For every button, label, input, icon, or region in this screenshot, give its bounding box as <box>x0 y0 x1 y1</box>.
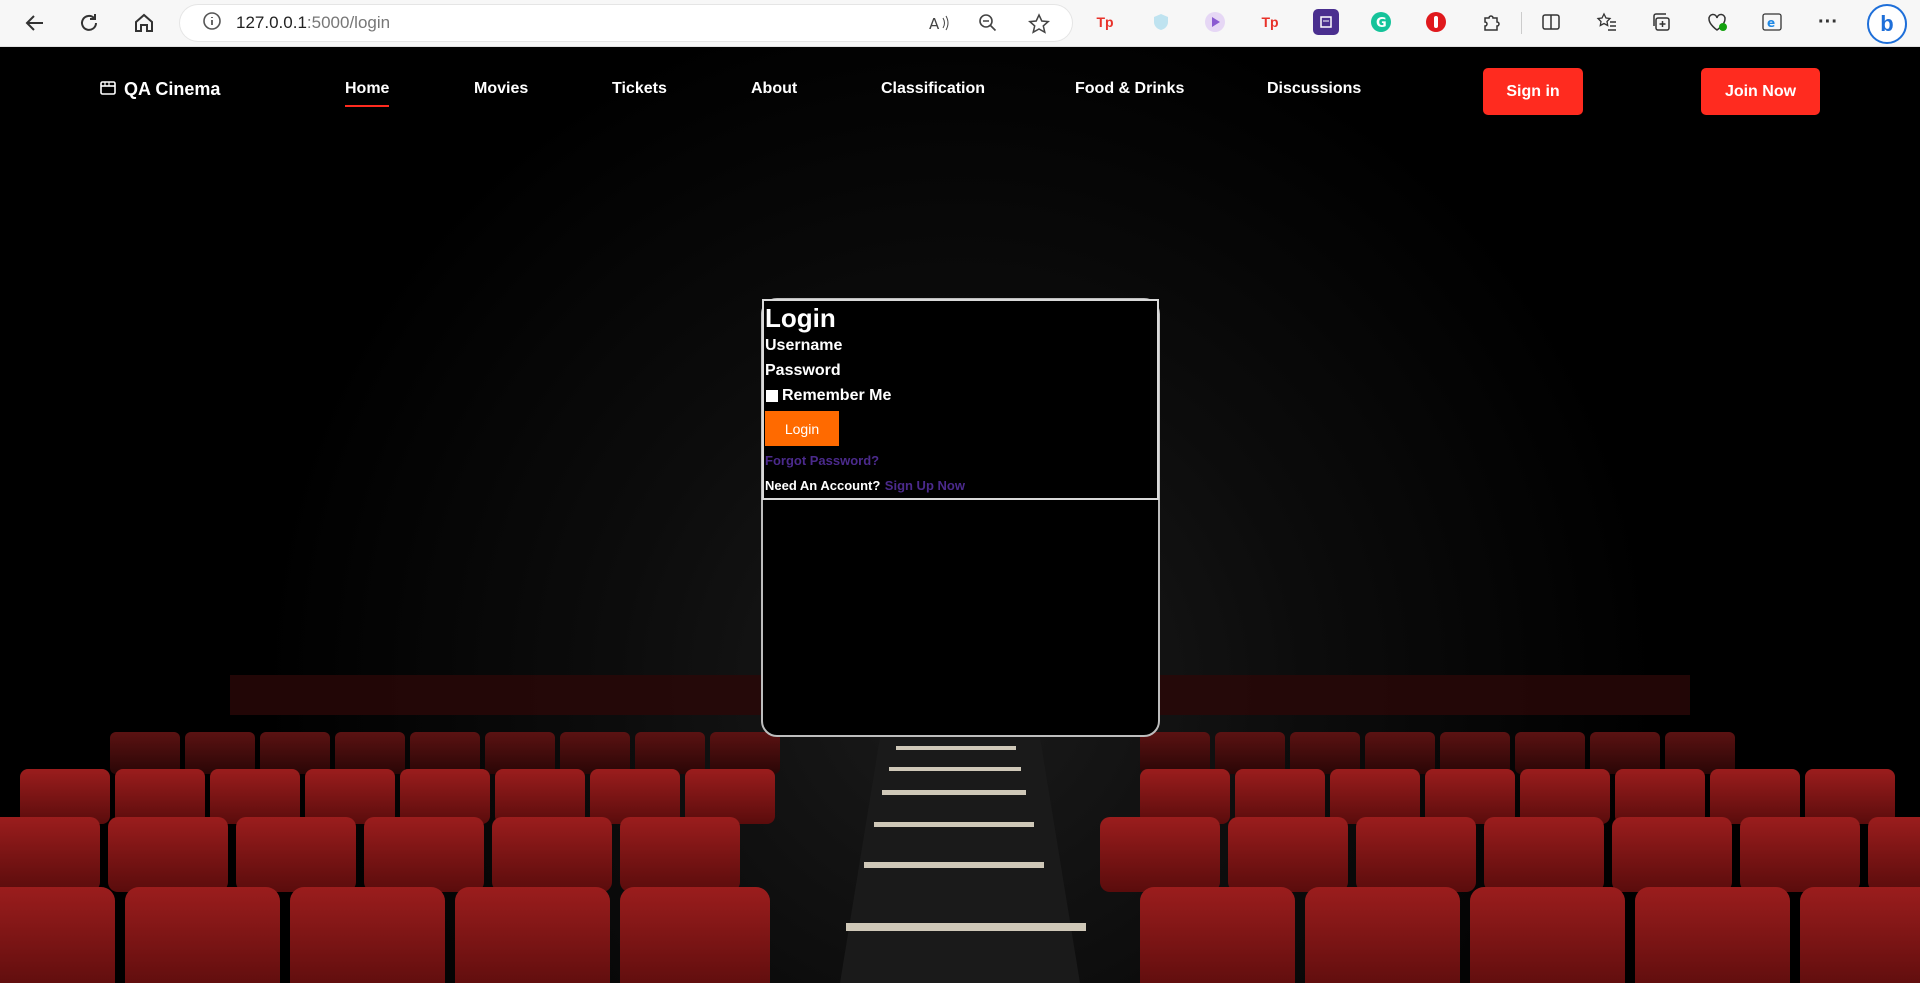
extension-tp2-icon[interactable]: Tp <box>1257 9 1283 35</box>
more-menu-icon[interactable]: ··· <box>1815 9 1841 35</box>
nav-about[interactable]: About <box>751 80 797 98</box>
sign-up-link[interactable]: Sign Up Now <box>885 478 965 493</box>
sign-in-button[interactable]: Sign in <box>1483 68 1583 115</box>
extension-purple-icon[interactable] <box>1313 9 1339 35</box>
remember-me-label: Remember Me <box>782 387 892 404</box>
browser-toolbar: 127.0.0.1:5000/login A Tp Tp G e ··· b <box>0 0 1920 47</box>
svg-text:A: A <box>929 15 940 33</box>
site-navbar: QA Cinema Home Movies Tickets About Clas… <box>0 47 1920 133</box>
login-form: Login Username Password Remember Me Logi… <box>762 299 1159 500</box>
toolbar-divider <box>1521 12 1522 34</box>
url-text: 127.0.0.1:5000/login <box>236 13 391 32</box>
join-now-button[interactable]: Join Now <box>1701 68 1820 115</box>
extension-play-icon[interactable] <box>1202 9 1228 35</box>
extension-tp-icon[interactable]: Tp <box>1092 9 1118 35</box>
extensions-puzzle-icon[interactable] <box>1478 9 1504 35</box>
nav-home[interactable]: Home <box>345 80 390 107</box>
nav-classification[interactable]: Classification <box>881 80 985 98</box>
nav-discussions[interactable]: Discussions <box>1267 80 1361 98</box>
browser-essentials-icon[interactable] <box>1704 9 1730 35</box>
extension-shield-icon[interactable] <box>1148 9 1174 35</box>
refresh-icon[interactable] <box>71 5 107 41</box>
extension-stop-icon[interactable] <box>1423 9 1449 35</box>
login-submit-button[interactable]: Login <box>765 411 839 446</box>
film-icon <box>100 79 116 100</box>
nav-movies[interactable]: Movies <box>474 80 528 98</box>
remember-me-row: Remember Me <box>765 383 1157 408</box>
bing-copilot-icon[interactable]: b <box>1867 4 1907 44</box>
back-icon[interactable] <box>17 5 53 41</box>
site-logo-text: QA Cinema <box>124 79 221 99</box>
page-viewport: QA Cinema Home Movies Tickets About Clas… <box>0 47 1920 983</box>
svg-text:G: G <box>1376 16 1387 31</box>
login-title: Login <box>765 303 836 333</box>
address-bar[interactable]: 127.0.0.1:5000/login A <box>180 5 1072 41</box>
read-aloud-icon[interactable]: A <box>928 13 950 38</box>
forgot-password-link[interactable]: Forgot Password? <box>765 453 879 468</box>
site-info-icon[interactable] <box>202 11 222 36</box>
nav-food-drinks[interactable]: Food & Drinks <box>1075 80 1184 98</box>
home-icon[interactable] <box>126 5 162 41</box>
split-screen-icon[interactable] <box>1538 9 1564 35</box>
nav-tickets[interactable]: Tickets <box>612 80 667 98</box>
zoom-out-icon[interactable] <box>978 13 998 38</box>
password-label: Password <box>765 362 841 379</box>
username-label: Username <box>765 337 843 354</box>
extension-grammarly-icon[interactable]: G <box>1368 9 1394 35</box>
favorite-star-icon[interactable] <box>1027 13 1051 40</box>
collections-icon[interactable] <box>1649 9 1675 35</box>
remember-me-checkbox[interactable] <box>766 389 778 402</box>
need-account-text: Need An Account? <box>765 478 881 493</box>
favorites-icon[interactable] <box>1594 9 1620 35</box>
site-logo[interactable]: QA Cinema <box>100 79 220 100</box>
svg-text:e: e <box>1767 16 1775 30</box>
ie-mode-icon[interactable]: e <box>1759 9 1785 35</box>
